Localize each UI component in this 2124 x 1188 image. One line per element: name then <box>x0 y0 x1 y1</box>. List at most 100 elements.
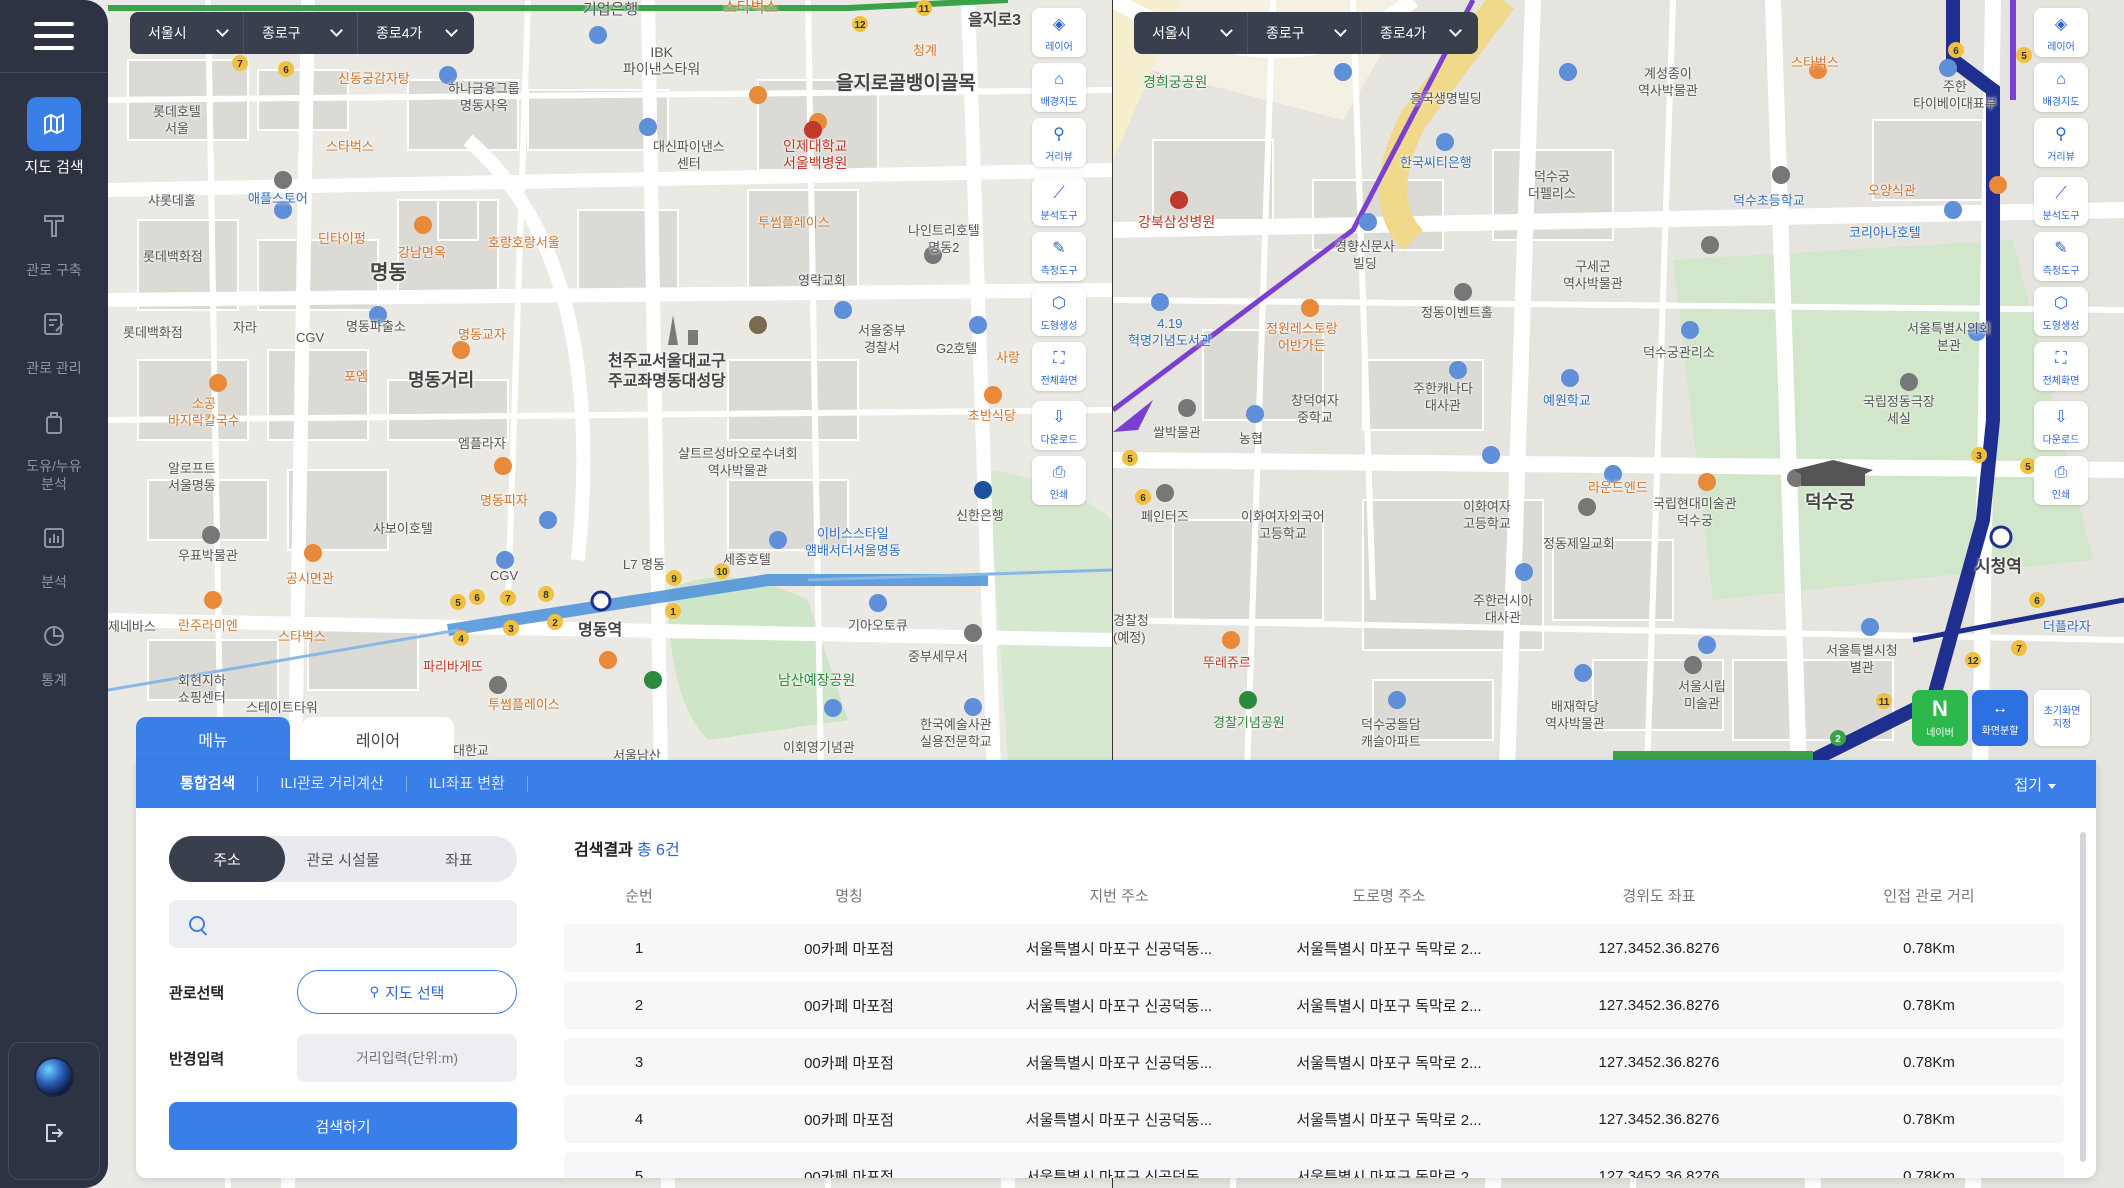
tool-fullscreen[interactable]: ⛶ 전체화면 <box>1032 342 1086 391</box>
tool-analysis[interactable]: ⟋ 분석도구 <box>1032 177 1086 226</box>
district-select[interactable]: 종로구 <box>1248 12 1362 54</box>
analysis-icon: ⟋ <box>1053 185 1065 202</box>
tool-download[interactable]: ⇩ 다운로드 <box>2034 401 2088 450</box>
tool-background-map[interactable]: ⌂ 배경지도 <box>2034 63 2088 112</box>
table-row[interactable]: 4 00카페 마포점 서울특별시 마포구 신공덕동... 서울특별시 마포구 독막로 … <box>564 1095 2064 1143</box>
map-label-poi: CGV <box>490 568 519 583</box>
map-label-poi: 신한은행 <box>956 508 1004 523</box>
radius-input[interactable] <box>297 1034 517 1082</box>
map-label-poi: 서울특별시청 별관 <box>1826 643 1898 675</box>
sidebar-item-map-search[interactable]: 지도 검색 <box>0 97 108 177</box>
column-header[interactable]: 인접 관로 거리 <box>1794 885 2064 906</box>
street-view-icon: ⚲ <box>2055 126 2067 143</box>
svg-text:9: 9 <box>671 574 677 585</box>
tool-analysis[interactable]: ⟋ 분석도구 <box>2034 177 2088 226</box>
tool-layers[interactable]: ◈ 레이어 <box>2034 8 2088 57</box>
subnav-integrated-search[interactable]: 통합검색 <box>180 776 259 792</box>
table-row[interactable]: 3 00카페 마포점 서울특별시 마포구 신공덕동... 서울특별시 마포구 독막로 … <box>564 1038 2064 1086</box>
subnav-ili-coordinate[interactable]: ILI좌표 변환 <box>407 776 528 792</box>
map-label-poi: 영락교회 <box>798 273 846 288</box>
map-label-poi: 예원학교 <box>1543 393 1591 408</box>
column-header[interactable]: 도로명 주소 <box>1254 885 1524 906</box>
right-location-selector: 서울시 종로구 종로4가 <box>1134 12 1478 54</box>
table-row[interactable]: 1 00카페 마포점 서울특별시 마포구 신공덕동... 서울특별시 마포구 독막로 … <box>564 924 2064 972</box>
sidebar-item-analysis[interactable]: 분석 <box>0 511 108 591</box>
map-label-street: 명동거리 <box>408 370 475 390</box>
search-input[interactable] <box>215 915 505 933</box>
tool-print[interactable]: ⎙ 인쇄 <box>2034 456 2088 505</box>
map-label-landmark: 천주교서울대교구 주교좌명동대성당 <box>608 353 726 390</box>
tool-layers[interactable]: ◈ 레이어 <box>1032 8 1086 57</box>
set-initial-view-button[interactable]: 초기화면 지정 <box>2034 690 2090 746</box>
sidebar-item-label: 지도 검색 <box>24 159 84 176</box>
tool-shape[interactable]: ⬡ 도형생성 <box>2034 287 2088 336</box>
svg-text:6: 6 <box>1953 46 1959 57</box>
chevron-down-icon <box>445 24 458 37</box>
sidebar-item-pipe-build[interactable]: 관로 구축 <box>0 199 108 279</box>
tool-background-map[interactable]: ⌂ 배경지도 <box>1032 63 1086 112</box>
svg-text:3: 3 <box>1976 451 1982 462</box>
tool-ruler[interactable]: ✎ 측정도구 <box>1032 232 1086 281</box>
subnav-ili-distance[interactable]: ILI관로 거리계산 <box>258 776 407 792</box>
sidebar-item-leak-analysis[interactable]: 도유/누유 분석 <box>0 395 108 493</box>
dong-select[interactable]: 종로4가 <box>1362 12 1476 54</box>
map-label-poi: 덕수초등학교 <box>1733 193 1805 208</box>
results-scrollbar[interactable] <box>2080 832 2086 1162</box>
city-select[interactable]: 서울시 <box>1134 12 1248 54</box>
table-row[interactable]: 2 00카페 마포점 서울특별시 마포구 신공덕동... 서울특별시 마포구 독막로 … <box>564 981 2064 1029</box>
map-label-poi: 호랑호랑서울 <box>488 235 560 250</box>
split-screen-button[interactable]: ↔ 화면분할 <box>1972 690 2028 746</box>
naver-map-button[interactable]: N 네이버 <box>1912 690 1968 746</box>
hamburger-menu-icon[interactable] <box>34 22 74 50</box>
map-label-poi: 포엠 <box>344 369 368 384</box>
svg-text:12: 12 <box>854 20 866 31</box>
city-select[interactable]: 서울시 <box>130 12 244 54</box>
map-label-poi: 덕수궁관리소 <box>1643 345 1715 360</box>
segment-address[interactable]: 주소 <box>169 836 285 882</box>
map-label-poi: CGV <box>296 330 325 345</box>
column-header[interactable]: 지번 주소 <box>984 885 1254 906</box>
svg-text:5: 5 <box>2021 51 2027 62</box>
map-select-button[interactable]: ⚲ 지도 선택 <box>297 970 517 1014</box>
search-button[interactable]: 검색하기 <box>169 1102 517 1150</box>
sidebar-item-statistics[interactable]: 통계 <box>0 609 108 689</box>
segment-coordinate[interactable]: 좌표 <box>401 836 517 882</box>
shape-icon: ⬡ <box>2054 295 2068 312</box>
column-header[interactable]: 명칭 <box>714 885 984 906</box>
column-header[interactable]: 순번 <box>564 885 714 906</box>
svg-text:5: 5 <box>455 598 461 609</box>
column-header[interactable]: 경위도 좌표 <box>1524 885 1794 906</box>
map-label-poi: 롯데백화점 <box>123 325 183 340</box>
pipe-icon <box>27 199 81 253</box>
logout-icon[interactable] <box>41 1121 67 1147</box>
tab-layer[interactable]: 레이어 <box>302 717 454 761</box>
svg-text:7: 7 <box>2016 644 2022 655</box>
shape-icon: ⬡ <box>1052 295 1066 312</box>
dong-select[interactable]: 종로4가 <box>358 12 472 54</box>
edit-icon <box>27 297 81 351</box>
segment-pipe-facility[interactable]: 관로 시설물 <box>285 836 401 882</box>
logo-globe-icon <box>34 1057 74 1097</box>
tab-menu[interactable]: 메뉴 <box>136 717 290 761</box>
map-label-poi: 강북삼성병원 <box>1138 214 1216 230</box>
table-row[interactable]: 5 00카페 마포점 서울특별시 마포구 신공덕동... 서울특별시 마포구 독막로 … <box>564 1152 2064 1178</box>
tool-fullscreen[interactable]: ⛶ 전체화면 <box>2034 342 2088 391</box>
sidebar-item-pipe-manage[interactable]: 관로 관리 <box>0 297 108 377</box>
tool-print[interactable]: ⎙ 인쇄 <box>1032 456 1086 505</box>
tool-street-view[interactable]: ⚲ 거리뷰 <box>1032 118 1086 167</box>
tool-street-view[interactable]: ⚲ 거리뷰 <box>2034 118 2088 167</box>
district-select[interactable]: 종로구 <box>244 12 358 54</box>
collapse-button[interactable]: 접기 <box>2014 774 2056 795</box>
tool-ruler[interactable]: ✎ 측정도구 <box>2034 232 2088 281</box>
tool-shape[interactable]: ⬡ 도형생성 <box>1032 287 1086 336</box>
map-label-poi: 대한교 <box>453 743 489 758</box>
download-icon: ⇩ <box>2054 409 2068 426</box>
chevron-down-icon <box>330 24 343 37</box>
map-label-poi: 이화여자 고등학교 <box>1463 499 1511 531</box>
map-label-poi: 세종호텔 <box>723 552 771 567</box>
map-label-poi: 명동피자 <box>480 493 528 508</box>
background-map-icon: ⌂ <box>1054 71 1064 88</box>
svg-text:11: 11 <box>919 4 930 15</box>
tool-download[interactable]: ⇩ 다운로드 <box>1032 401 1086 450</box>
map-label-poi: 제네바스 <box>108 619 156 634</box>
